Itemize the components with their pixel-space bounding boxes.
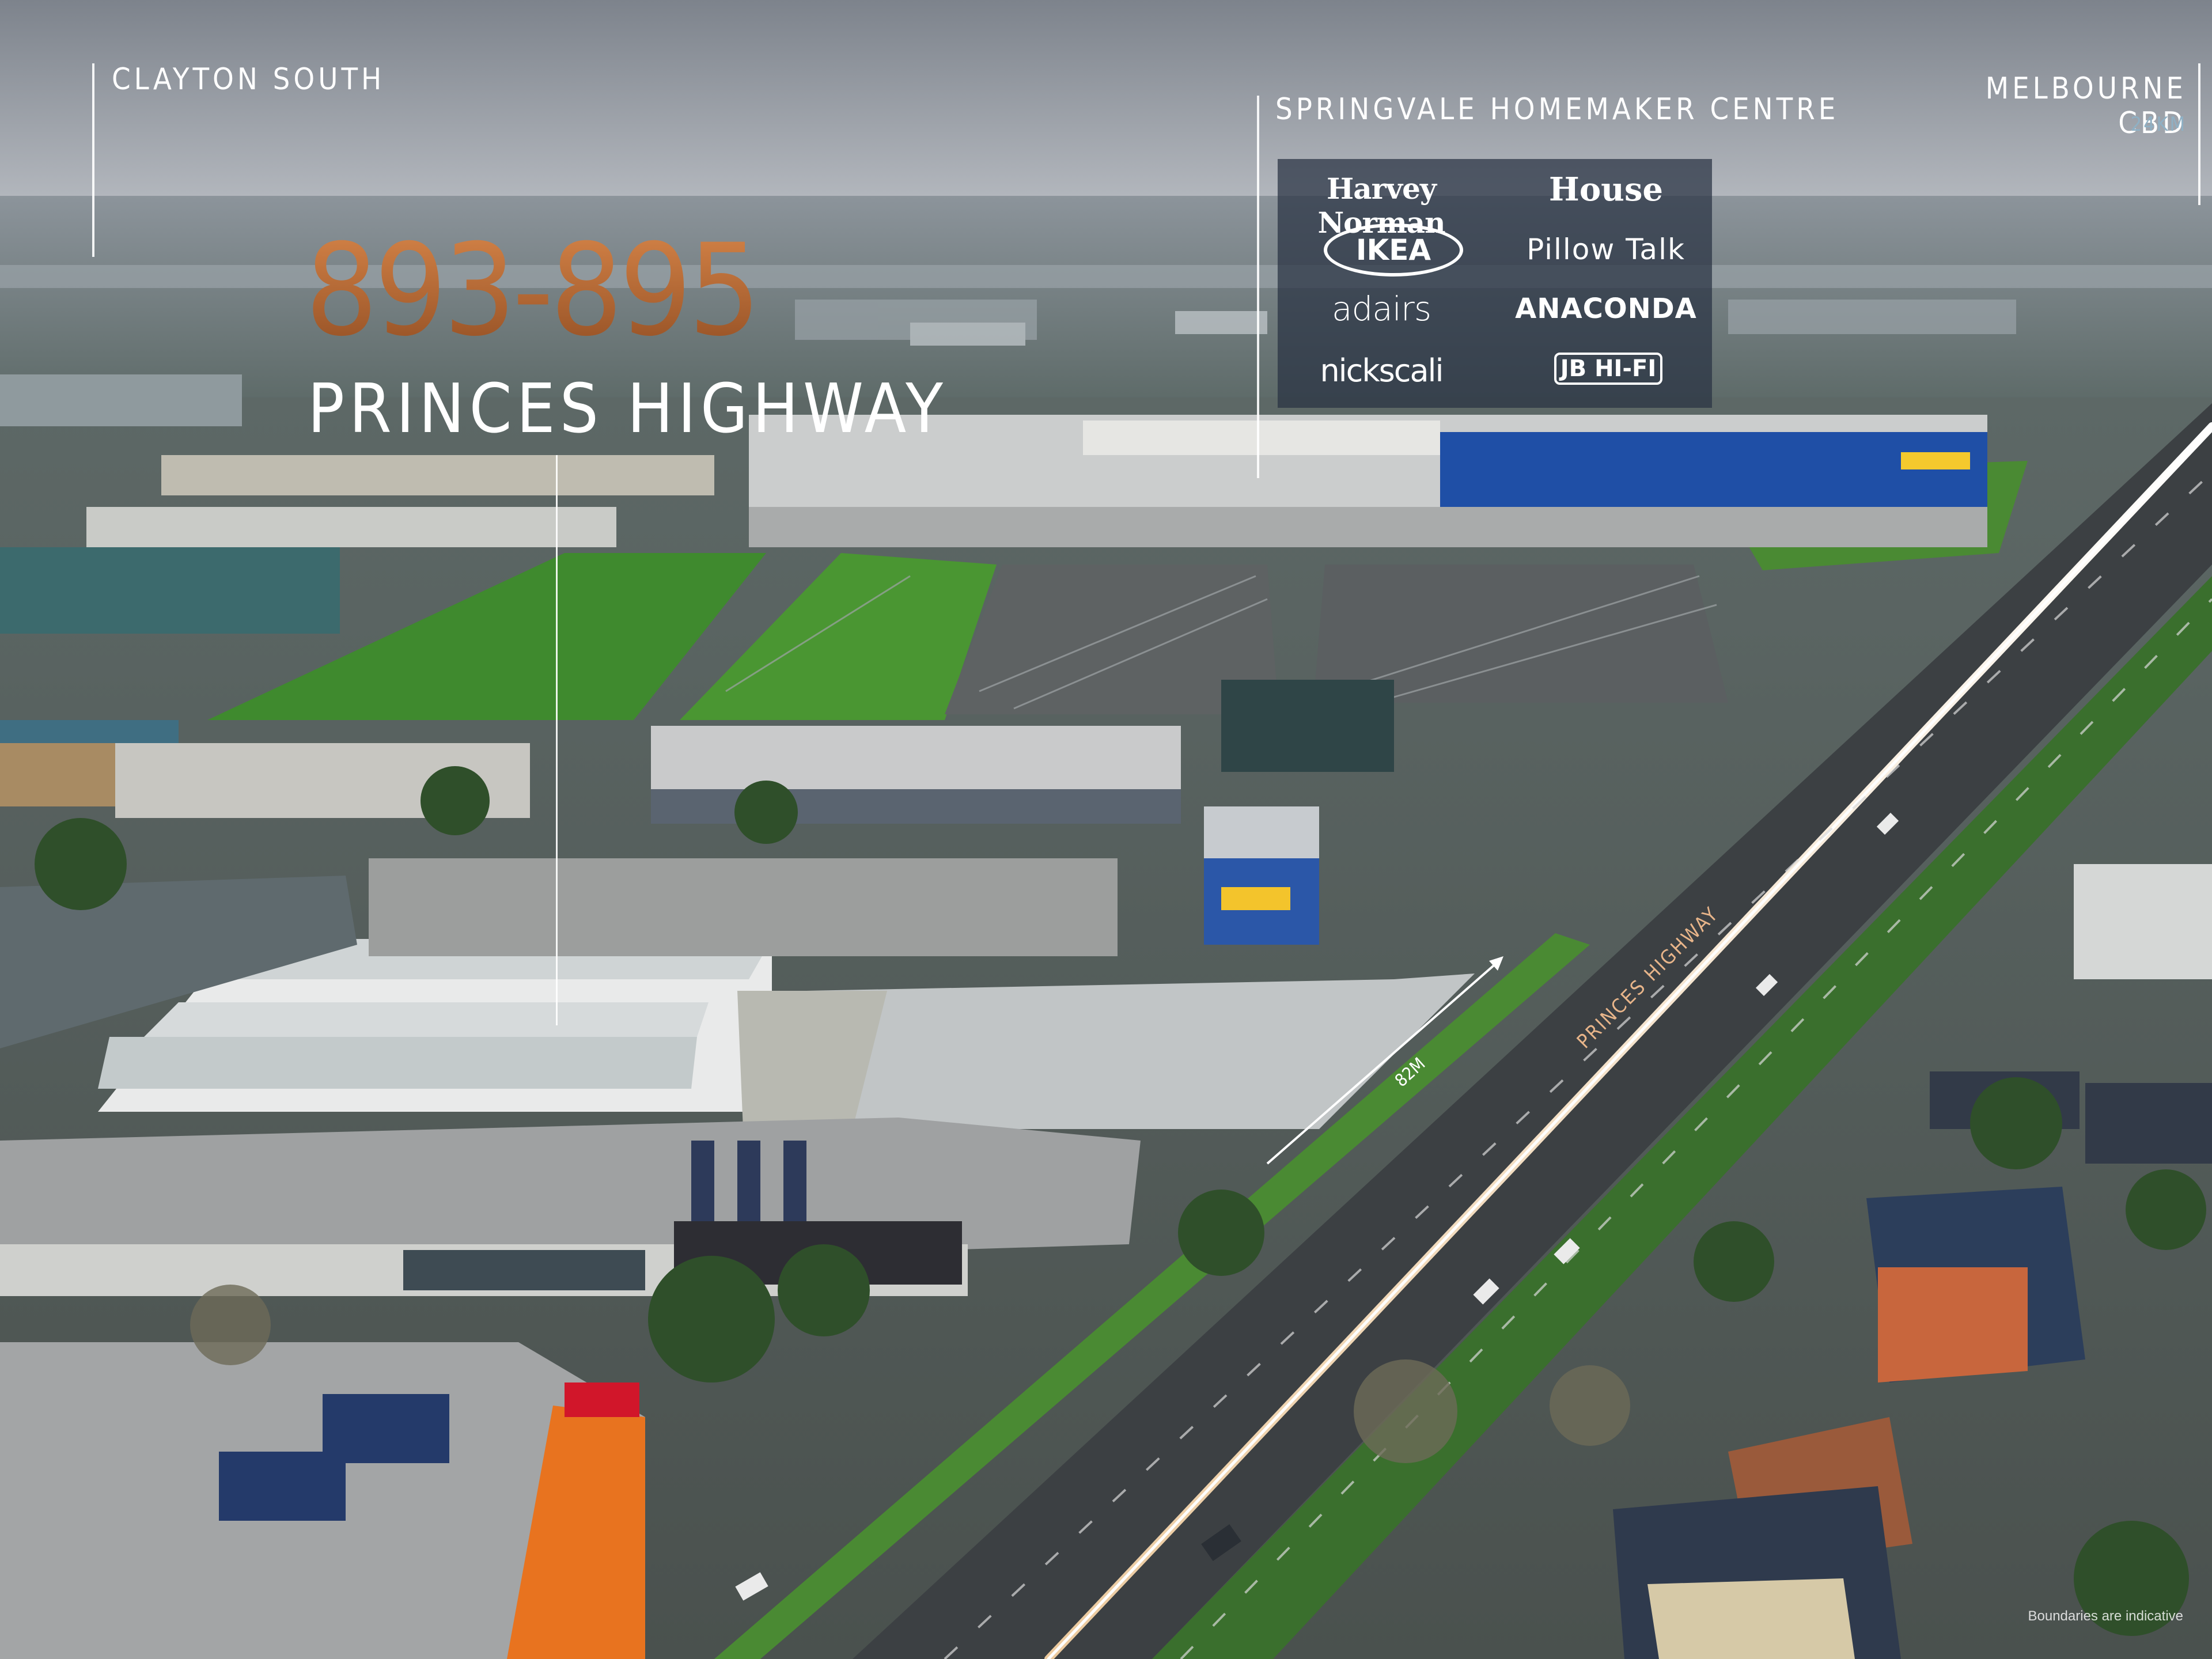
brand-house-logo: House	[1548, 171, 1664, 209]
brand-anaconda-logo: ANACONDA	[1515, 293, 1697, 325]
brand-ikea-text: IKEA	[1355, 233, 1431, 267]
brand-nickscali-logo: nickscali	[1320, 353, 1444, 389]
brand-jb-hifi-logo: JB HI-FI	[1554, 353, 1662, 385]
brand-logo-panel: Harvey Norman House IKEA Pillow Talk ada…	[1278, 159, 1712, 408]
brand-adairs-logo: adairs	[1331, 289, 1431, 328]
clayton-south-callout-line	[92, 63, 94, 257]
address-street: PRINCES HIGHWAY	[308, 369, 948, 448]
site-callout-line	[556, 455, 558, 1025]
clayton-south-label: CLAYTON SOUTH	[112, 62, 385, 97]
homemaker-centre-label: SPRINGVALE HOMEMAKER CENTRE	[1275, 92, 1839, 127]
melbourne-cbd-distance: 24KM	[2130, 113, 2187, 136]
address-number-text: 893-895	[305, 217, 757, 364]
brand-ikea-logo: IKEA	[1324, 224, 1463, 276]
boundaries-disclaimer: Boundaries are indicative	[2028, 1608, 2184, 1624]
homemaker-centre-callout-line	[1257, 96, 1259, 478]
brand-pillow-talk-logo: Pillow Talk	[1527, 233, 1685, 266]
address-number: 893-895	[305, 217, 812, 364]
melbourne-cbd-callout-line	[2198, 63, 2200, 205]
